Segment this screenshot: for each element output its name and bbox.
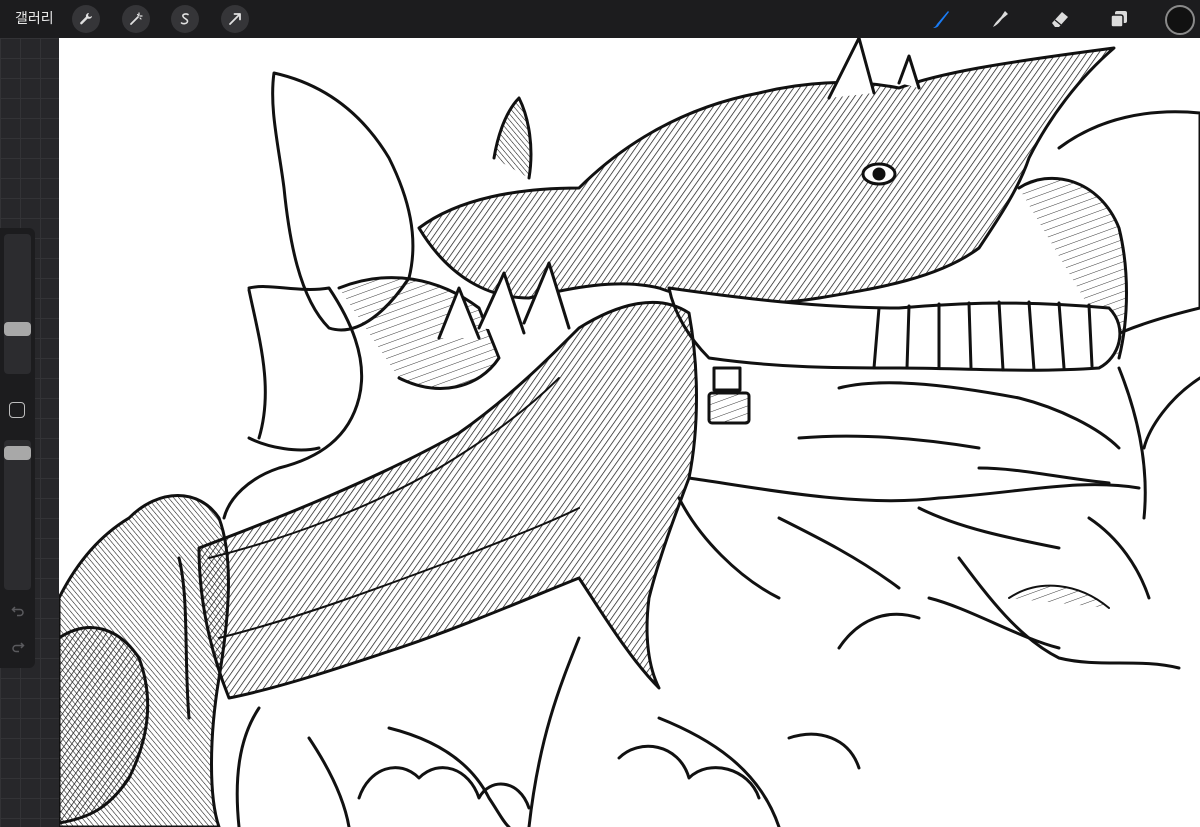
ink-artwork <box>59 38 1200 827</box>
opacity-slider[interactable] <box>4 440 31 590</box>
layers-icon[interactable] <box>1105 5 1133 33</box>
color-picker-swatch[interactable] <box>1165 5 1195 35</box>
selection-s-icon[interactable] <box>171 5 199 33</box>
undo-icon[interactable] <box>10 603 26 619</box>
gallery-button[interactable]: 갤러리 <box>15 0 54 38</box>
brush-size-slider[interactable] <box>4 234 31 374</box>
modify-square-icon[interactable] <box>9 402 25 418</box>
redo-icon[interactable] <box>10 639 26 655</box>
transform-arrow-icon[interactable] <box>221 5 249 33</box>
smudge-icon[interactable] <box>986 5 1014 33</box>
opacity-slider-thumb[interactable] <box>4 446 31 460</box>
drawing-canvas[interactable] <box>59 38 1200 827</box>
magic-wand-icon[interactable] <box>122 5 150 33</box>
eraser-icon[interactable] <box>1046 5 1074 33</box>
brush-icon[interactable] <box>927 5 955 33</box>
brush-size-slider-thumb[interactable] <box>4 322 31 336</box>
top-toolbar: 갤러리 <box>0 0 1200 38</box>
wrench-icon[interactable] <box>72 5 100 33</box>
left-sidebar <box>0 228 35 668</box>
